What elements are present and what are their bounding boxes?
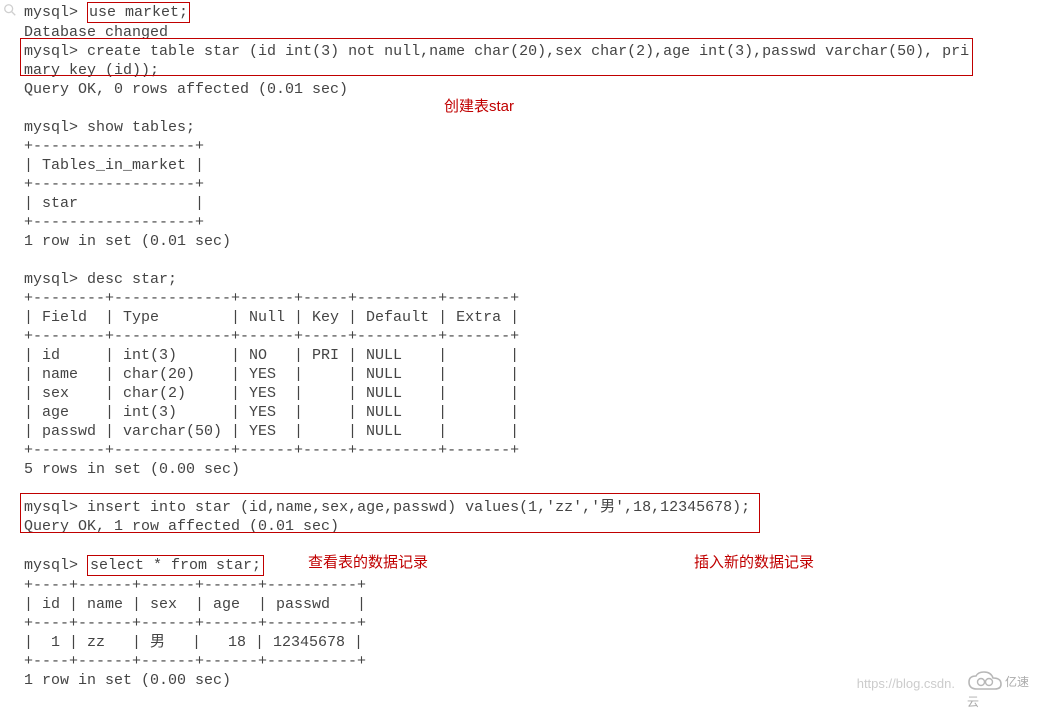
prompt: mysql> [24, 499, 78, 516]
desc-border: +--------+-------------+------+-----+---… [24, 290, 519, 307]
query-ok-create: Query OK, 0 rows affected (0.01 sec) [24, 81, 348, 98]
cloud-icon [967, 671, 1003, 693]
annotation-create: 创建表star [444, 97, 514, 116]
desc-footer: 5 rows in set (0.00 sec) [24, 461, 240, 478]
select-cmd: select * from star; [87, 555, 264, 576]
desc-border: +--------+-------------+------+-----+---… [24, 328, 519, 345]
create-table-cmd: create table star (id int(3) not null,na… [24, 43, 969, 79]
select-row: | 1 | zz | 男 | 18 | 12345678 | [24, 634, 363, 651]
tables-border: +------------------+ [24, 214, 204, 231]
prompt: mysql> [24, 4, 78, 21]
desc-row: | id | int(3) | NO | PRI | NULL | | [24, 347, 519, 364]
insert-ok: Query OK, 1 row affected (0.01 sec) [24, 518, 339, 535]
tables-header: | Tables_in_market | [24, 157, 204, 174]
tables-footer: 1 row in set (0.01 sec) [24, 233, 231, 250]
prompt: mysql> [24, 271, 78, 288]
desc-cmd: desc star; [87, 271, 177, 288]
tables-border: +------------------+ [24, 176, 204, 193]
desc-row: | sex | char(2) | YES | | NULL | | [24, 385, 519, 402]
select-border: +----+------+------+------+----------+ [24, 615, 366, 632]
use-command: use market; [87, 2, 190, 23]
logo-yisu: 亿速云 [967, 671, 1039, 695]
desc-border: +--------+-------------+------+-----+---… [24, 442, 519, 459]
select-footer: 1 row in set (0.00 sec) [24, 672, 231, 689]
prompt: mysql> [24, 119, 78, 136]
annotation-select: 查看表的数据记录 [308, 553, 428, 572]
annotation-insert: 插入新的数据记录 [694, 553, 814, 572]
select-border: +----+------+------+------+----------+ [24, 653, 366, 670]
desc-row: | passwd | varchar(50) | YES | | NULL | … [24, 423, 519, 440]
select-border: +----+------+------+------+----------+ [24, 577, 366, 594]
show-tables-cmd: show tables; [87, 119, 195, 136]
desc-row: | age | int(3) | YES | | NULL | | [24, 404, 519, 421]
prompt: mysql> [24, 43, 78, 60]
tables-border: +------------------+ [24, 138, 204, 155]
watermark-text: https://blog.csdn. [857, 674, 955, 693]
desc-header: | Field | Type | Null | Key | Default | … [24, 309, 519, 326]
tables-row: | star | [24, 195, 204, 212]
select-header: | id | name | sex | age | passwd | [24, 596, 366, 613]
desc-row: | name | char(20) | YES | | NULL | | [24, 366, 519, 383]
insert-cmd: insert into star (id,name,sex,age,passwd… [87, 499, 750, 516]
prompt: mysql> [24, 557, 78, 574]
magnify-icon [3, 3, 17, 17]
db-changed-msg: Database changed [24, 24, 168, 41]
